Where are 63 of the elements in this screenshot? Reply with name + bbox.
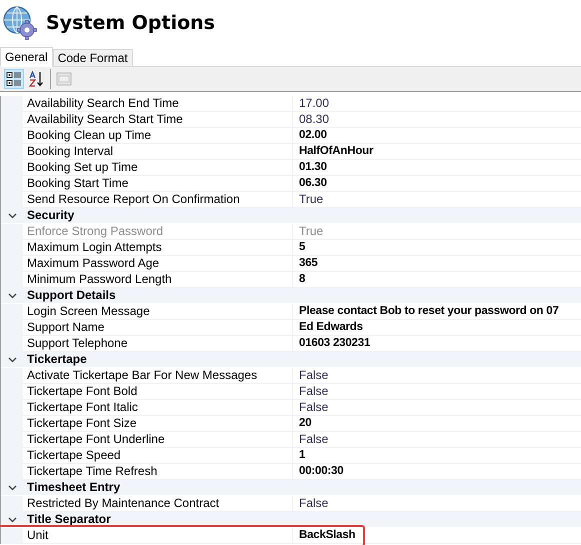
row-margin <box>1 224 23 240</box>
property-value[interactable]: 5 <box>293 240 581 256</box>
property-value[interactable]: BackSlash <box>293 528 581 544</box>
category-title: Support Details <box>26 288 116 303</box>
collapse-chevron-icon[interactable] <box>8 484 16 490</box>
property-value[interactable]: False <box>293 432 581 448</box>
property-value[interactable]: Please contact Bob to reset your password on 07 <box>293 304 581 320</box>
property-name[interactable]: Unit <box>23 528 293 544</box>
category-header[interactable]: Title Separator <box>1 512 581 528</box>
property-name[interactable]: Booking Interval <box>23 144 293 160</box>
category-title: Tickertape <box>26 352 87 367</box>
category-title: Security <box>26 208 74 223</box>
property-name[interactable]: Availability Search Start Time <box>23 112 293 128</box>
collapse-chevron-icon[interactable] <box>8 292 16 298</box>
tab[interactable]: Code Format <box>52 49 133 66</box>
property-name[interactable]: Availability Search End Time <box>23 96 293 112</box>
property-value[interactable]: 1 <box>293 448 581 464</box>
categorized-icon <box>6 71 22 87</box>
property-value[interactable]: False <box>293 368 581 384</box>
property-value[interactable]: 06.30 <box>293 176 581 192</box>
property-name[interactable]: Support Name <box>23 320 293 336</box>
globe-gear-icon <box>2 5 38 41</box>
property-name[interactable]: Booking Start Time <box>23 176 293 192</box>
category-title: Title Separator <box>26 512 111 527</box>
category-header[interactable]: Support Details <box>1 288 581 304</box>
property-name[interactable]: Tickertape Font Italic <box>23 400 293 416</box>
row-margin <box>1 304 23 320</box>
property-value[interactable]: 17.00 <box>293 96 581 112</box>
row-margin <box>1 96 23 112</box>
property-name[interactable]: Tickertape Speed <box>23 448 293 464</box>
property-value[interactable]: HalfOfAnHour <box>293 144 581 160</box>
tab[interactable]: General <box>0 47 53 67</box>
property-name[interactable]: Activate Tickertape Bar For New Messages <box>23 368 293 384</box>
property-value[interactable]: 20 <box>293 416 581 432</box>
sort-az-icon <box>29 71 45 87</box>
property-value[interactable]: False <box>293 384 581 400</box>
property-name[interactable]: Tickertape Font Bold <box>23 384 293 400</box>
category-header[interactable]: Tickertape <box>1 352 581 368</box>
property-name[interactable]: Booking Clean up Time <box>23 128 293 144</box>
collapse-chevron-icon[interactable] <box>8 212 16 218</box>
row-margin <box>1 528 23 544</box>
category-title: Timesheet Entry <box>26 480 120 495</box>
window-title: System Options <box>46 12 215 34</box>
collapse-chevron-icon[interactable] <box>8 516 16 522</box>
property-pages-icon <box>56 71 72 87</box>
property-value[interactable]: 08.30 <box>293 112 581 128</box>
property-name[interactable]: Maximum Password Age <box>23 256 293 272</box>
property-name[interactable]: Tickertape Font Size <box>23 416 293 432</box>
collapse-chevron-icon[interactable] <box>8 356 16 362</box>
property-value[interactable]: False <box>293 400 581 416</box>
row-margin <box>1 368 23 384</box>
property-name[interactable]: Maximum Login Attempts <box>23 240 293 256</box>
row-margin <box>1 496 23 512</box>
property-value[interactable]: 365 <box>293 256 581 272</box>
categorized-button[interactable] <box>4 69 24 89</box>
property-value[interactable]: 02.00 <box>293 128 581 144</box>
category-header[interactable]: Timesheet Entry <box>1 480 581 496</box>
property-name[interactable]: Booking Set up Time <box>23 160 293 176</box>
category-header[interactable]: Security <box>1 208 581 224</box>
property-name[interactable]: Tickertape Font Underline <box>23 432 293 448</box>
property-value[interactable]: 01.30 <box>293 160 581 176</box>
property-value[interactable]: Ed Edwards <box>293 320 581 336</box>
property-name[interactable]: Login Screen Message <box>23 304 293 320</box>
